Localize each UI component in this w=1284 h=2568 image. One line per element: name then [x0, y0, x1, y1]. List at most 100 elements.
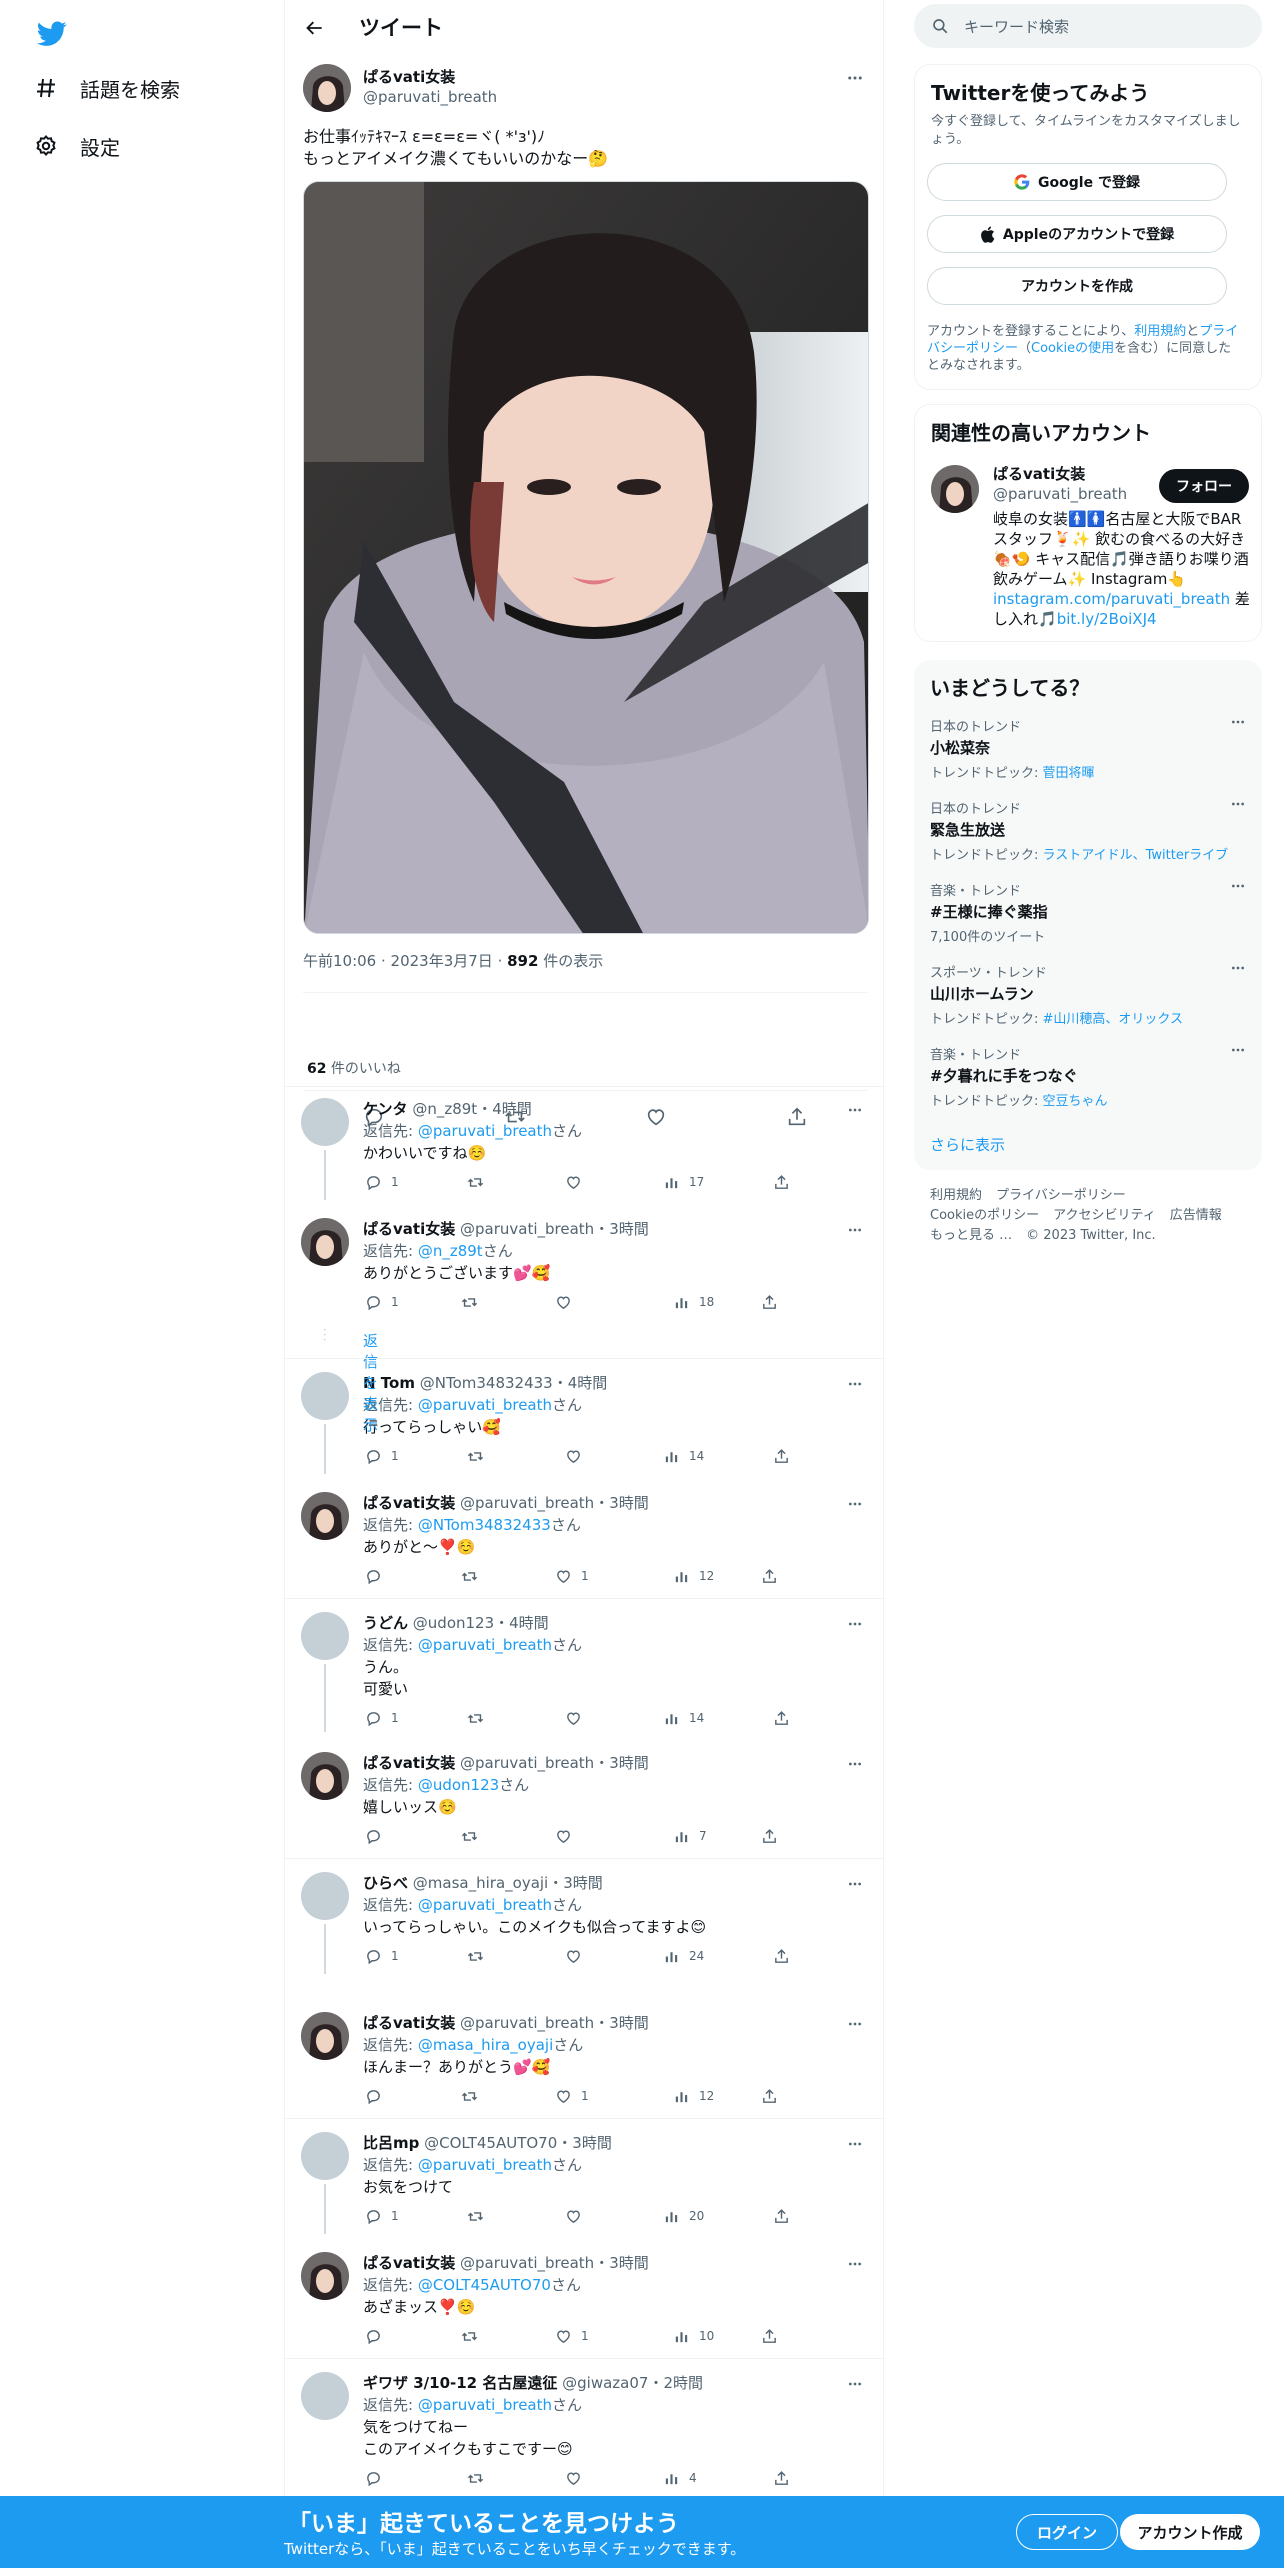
reply-tweet[interactable]: ギワザ 3/10-12 名古屋遠征 @giwaza07・2時間 返信先: @pa… — [285, 2362, 885, 2492]
tweet-date[interactable]: 2023年3月7日 — [391, 952, 493, 970]
footer-cookie-link[interactable]: Cookieのポリシー — [930, 1208, 1039, 1223]
tweet-time[interactable]: 午前10:06 — [303, 952, 376, 970]
retweet-button[interactable] — [465, 2206, 485, 2226]
reply-author-handle[interactable]: @COLT45AUTO70 — [424, 2134, 557, 2152]
like-button[interactable] — [563, 1446, 591, 1466]
reply-author-handle[interactable]: @NTom34832433 — [420, 1374, 553, 1392]
views-button[interactable]: 14 — [661, 1708, 704, 1728]
reply-author-handle[interactable]: @paruvati_breath — [460, 1494, 594, 1512]
twitter-logo-icon[interactable] — [30, 12, 74, 56]
trend-topic-links[interactable]: 空豆ちゃん — [1043, 1094, 1108, 1109]
retweet-button[interactable] — [465, 1446, 485, 1466]
reply-time[interactable]: ・3時間 — [594, 1220, 649, 1238]
reply-tweet[interactable]: ぱるvati女装 @paruvati_breath・3時間 返信先: @n_z8… — [285, 1208, 885, 1318]
more-icon[interactable] — [1226, 792, 1250, 816]
footer-more-link[interactable]: もっと見る … — [930, 1228, 1012, 1243]
trend-topic-links[interactable]: 菅田将暉 — [1043, 766, 1095, 781]
reply-to-link[interactable]: @paruvati_breath — [418, 1636, 552, 1654]
reply-to-link[interactable]: @n_z89t — [418, 1242, 483, 1260]
more-icon[interactable] — [1226, 1038, 1250, 1062]
share-button[interactable] — [759, 2326, 779, 2346]
reply-button[interactable]: 1 — [363, 2206, 399, 2226]
reply-tweet[interactable]: ぱるvati女装 @paruvati_breath・3時間 返信先: @masa… — [285, 2002, 885, 2112]
reply-author-handle[interactable]: @paruvati_breath — [460, 1220, 594, 1238]
more-icon[interactable] — [841, 1750, 869, 1778]
views-button[interactable]: 17 — [661, 1172, 704, 1192]
trend-item[interactable]: 日本のトレンド 緊急生放送 トレンドトピック: ラストアイドル、Twitterラ… — [930, 798, 1250, 863]
reply-author-name[interactable]: ぱるvati女装 — [363, 2014, 455, 2032]
reply-time[interactable]: ・4時間 — [494, 1614, 549, 1632]
related-name[interactable]: ぱるvati女装 — [993, 463, 1085, 484]
views-button[interactable]: 12 — [671, 1566, 714, 1586]
reply-button[interactable] — [363, 1826, 391, 1846]
reply-tweet[interactable]: ひらべ @masa_hira_oyaji・3時間 返信先: @paruvati_… — [285, 1862, 885, 1974]
signup-button[interactable]: アカウント作成 — [1120, 2514, 1260, 2550]
create-account-button[interactable]: アカウントを作成 — [927, 267, 1227, 305]
reply-time[interactable]: ・3時間 — [594, 1754, 649, 1772]
share-button[interactable] — [771, 1172, 791, 1192]
avatar[interactable] — [301, 2012, 349, 2060]
related-handle[interactable]: @paruvati_breath — [993, 485, 1127, 503]
more-icon[interactable] — [841, 64, 869, 92]
share-button[interactable] — [759, 1826, 779, 1846]
avatar[interactable] — [301, 1872, 349, 1920]
views-button[interactable]: 12 — [671, 2086, 714, 2106]
share-button[interactable] — [771, 1946, 791, 1966]
reply-to-link[interactable]: @COLT45AUTO70 — [418, 2276, 551, 2294]
retweet-button[interactable] — [465, 1946, 485, 1966]
reply-author-name[interactable]: ぱるvati女装 — [363, 1754, 455, 1772]
more-icon[interactable] — [841, 2130, 869, 2158]
trend-topic-links[interactable]: #山川穂高、オリックス — [1043, 1012, 1184, 1027]
avatar[interactable] — [301, 1752, 349, 1800]
more-icon[interactable] — [1226, 710, 1250, 734]
avatar[interactable] — [303, 64, 351, 112]
like-button[interactable] — [563, 2468, 591, 2488]
reply-to-link[interactable]: @NTom34832433 — [418, 1516, 551, 1534]
like-button[interactable] — [563, 2206, 591, 2226]
avatar[interactable] — [301, 1372, 349, 1420]
author-handle[interactable]: @paruvati_breath — [363, 88, 497, 106]
share-button[interactable] — [771, 2468, 791, 2488]
share-button[interactable] — [771, 1708, 791, 1728]
retweet-button[interactable] — [465, 2468, 485, 2488]
reply-author-handle[interactable]: @masa_hira_oyaji — [413, 1874, 548, 1892]
reply-tweet[interactable]: ケンタ @n_z89t・4時間 返信先: @paruvati_breathさん … — [285, 1088, 885, 1200]
reply-button[interactable] — [363, 2326, 391, 2346]
trend-item[interactable]: 日本のトレンド 小松菜奈 トレンドトピック: 菅田将暉 — [930, 716, 1250, 781]
like-button[interactable] — [553, 1292, 581, 1312]
reply-to-link[interactable]: @paruvati_breath — [418, 1396, 552, 1414]
reply-author-handle[interactable]: @n_z89t — [412, 1100, 477, 1118]
retweet-button[interactable] — [459, 1826, 479, 1846]
reply-author-handle[interactable]: @paruvati_breath — [460, 2014, 594, 2032]
reply-author-name[interactable]: ケンタ — [363, 1100, 408, 1118]
reply-author-name[interactable]: ひらべ — [363, 1874, 408, 1892]
reply-button[interactable]: 1 — [363, 1446, 399, 1466]
avatar[interactable] — [301, 1492, 349, 1540]
terms-link[interactable]: 利用規約 — [1134, 324, 1186, 339]
login-button[interactable]: ログイン — [1016, 2514, 1118, 2550]
reply-tweet[interactable]: 比呂mp @COLT45AUTO70・3時間 返信先: @paruvati_br… — [285, 2122, 885, 2234]
trend-item[interactable]: 音楽・トレンド #夕暮れに手をつなぐ トレンドトピック: 空豆ちゃん — [930, 1044, 1250, 1109]
more-icon[interactable] — [1226, 874, 1250, 898]
reply-time[interactable]: ・3時間 — [594, 2014, 649, 2032]
views-button[interactable]: 4 — [661, 2468, 697, 2488]
views-button[interactable]: 18 — [671, 1292, 714, 1312]
search-box[interactable]: キーワード検索 — [914, 4, 1262, 48]
more-icon[interactable] — [841, 1096, 869, 1124]
share-button[interactable] — [759, 1292, 779, 1312]
avatar[interactable] — [301, 1218, 349, 1266]
reply-tweet[interactable]: ぱるvati女装 @paruvati_breath・3時間 返信先: @COLT… — [285, 2242, 885, 2352]
likes-summary[interactable]: 62 件のいいね — [307, 1058, 401, 1078]
tweet-photo[interactable] — [303, 181, 869, 934]
reply-author-handle[interactable]: @paruvati_breath — [460, 1754, 594, 1772]
more-icon[interactable] — [841, 2250, 869, 2278]
views-button[interactable]: 7 — [671, 1826, 707, 1846]
like-button[interactable] — [563, 1708, 591, 1728]
cookie-link[interactable]: Cookieの使用 — [1031, 341, 1114, 356]
reply-time[interactable]: ・2時間 — [648, 2374, 703, 2392]
reply-author-name[interactable]: ギワザ 3/10-12 名古屋遠征 — [363, 2374, 557, 2392]
reply-time[interactable]: ・4時間 — [477, 1100, 532, 1118]
reply-time[interactable]: ・3時間 — [594, 2254, 649, 2272]
more-icon[interactable] — [841, 1370, 869, 1398]
avatar[interactable] — [301, 1612, 349, 1660]
